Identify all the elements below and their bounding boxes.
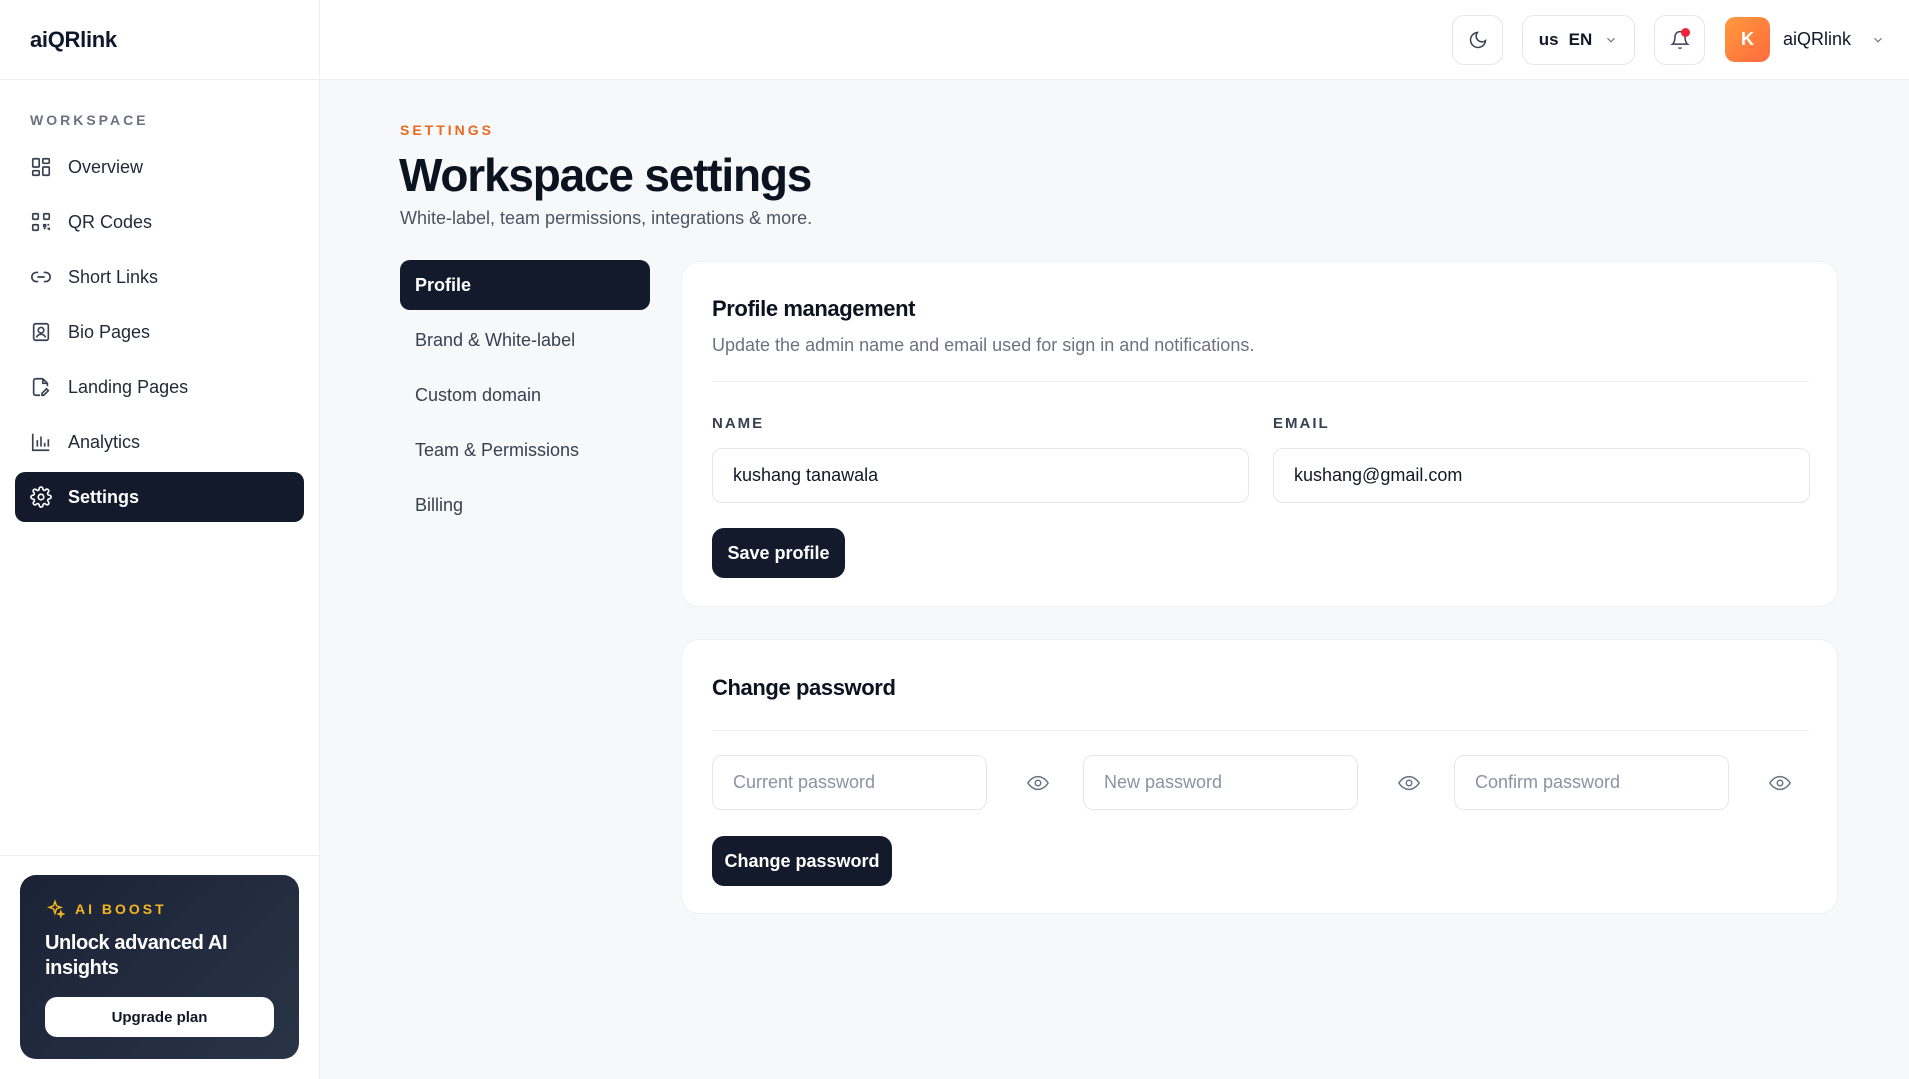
- page-eyebrow: SETTINGS: [400, 122, 495, 138]
- page-title: Workspace settings: [399, 149, 812, 201]
- language-flag: us: [1538, 30, 1559, 49]
- sidebar: aiQRlink WORKSPACE Overview QR Codes Sho…: [0, 0, 320, 1079]
- gear-icon: [30, 486, 52, 508]
- tab-profile[interactable]: Profile: [400, 260, 650, 310]
- link-icon: [30, 266, 52, 288]
- tab-billing[interactable]: Billing: [400, 480, 650, 530]
- avatar: K: [1725, 17, 1770, 62]
- language-selector[interactable]: us EN: [1522, 15, 1635, 65]
- sidebar-item-landing-pages[interactable]: Landing Pages: [15, 362, 304, 412]
- sidebar-item-short-links[interactable]: Short Links: [15, 252, 304, 302]
- sidebar-item-overview[interactable]: Overview: [15, 142, 304, 192]
- sidebar-item-analytics[interactable]: Analytics: [15, 417, 304, 467]
- theme-toggle-button[interactable]: [1452, 15, 1503, 65]
- notifications-button[interactable]: [1654, 15, 1705, 65]
- sparkle-icon: [46, 899, 65, 919]
- profile-card-title: Profile management: [712, 296, 916, 321]
- card-divider: [712, 730, 1809, 731]
- save-profile-button[interactable]: Save profile: [712, 528, 845, 578]
- sidebar-item-settings[interactable]: Settings: [15, 472, 304, 522]
- email-label: EMAIL: [1273, 415, 1330, 432]
- user-badge-icon: [30, 321, 52, 343]
- tab-custom-domain[interactable]: Custom domain: [400, 370, 650, 420]
- page-icon: [30, 376, 52, 398]
- sidebar-item-label: Short Links: [68, 266, 159, 287]
- profile-card: Profile management Update the admin name…: [681, 261, 1838, 607]
- chevron-down-icon: [1874, 37, 1882, 43]
- bar-chart-icon: [30, 431, 52, 453]
- sidebar-item-bio-pages[interactable]: Bio Pages: [15, 307, 304, 357]
- eye-icon[interactable]: [1769, 772, 1791, 794]
- page-subtitle: White-label, team permissions, integrati…: [400, 208, 813, 228]
- tab-team-permissions[interactable]: Team & Permissions: [400, 425, 650, 475]
- sidebar-item-label: Bio Pages: [68, 321, 151, 342]
- moon-icon: [1469, 31, 1486, 49]
- name-input[interactable]: [712, 448, 1249, 503]
- app-logo[interactable]: aiQRlink: [0, 0, 319, 80]
- workspace-section-label: WORKSPACE: [30, 112, 149, 128]
- boost-tag-label: AI BOOST: [75, 901, 167, 917]
- qr-code-icon: [30, 211, 52, 233]
- password-card-title: Change password: [712, 675, 896, 700]
- ai-boost-card: AI BOOST Unlock advanced AI insights Upg…: [20, 875, 299, 1059]
- name-label: NAME: [712, 415, 765, 432]
- chevron-down-icon: [1607, 37, 1616, 43]
- upgrade-plan-button[interactable]: Upgrade plan: [45, 997, 274, 1037]
- sidebar-item-label: Analytics: [68, 431, 141, 452]
- new-password-input[interactable]: [1083, 755, 1358, 810]
- sidebar-item-label: Landing Pages: [68, 376, 189, 397]
- language-code: EN: [1568, 30, 1593, 49]
- boost-tag: AI BOOST: [45, 899, 274, 919]
- change-password-card: Change password Change password: [681, 639, 1838, 914]
- grid-icon: [30, 156, 52, 178]
- email-input[interactable]: [1273, 448, 1810, 503]
- settings-subnav: Profile Brand & White-label Custom domai…: [400, 260, 650, 535]
- sidebar-nav: Overview QR Codes Short Links Bio Pages …: [0, 142, 319, 522]
- card-divider: [712, 381, 1809, 382]
- sidebar-item-label: Overview: [68, 156, 144, 177]
- sidebar-item-label: Settings: [68, 486, 140, 507]
- change-password-button[interactable]: Change password: [712, 836, 892, 886]
- tab-brand-white-label[interactable]: Brand & White-label: [400, 315, 650, 365]
- notification-dot: [1681, 28, 1690, 37]
- current-password-input[interactable]: [712, 755, 987, 810]
- boost-title: Unlock advanced AI insights: [45, 932, 228, 979]
- user-name: aiQRlink: [1783, 29, 1852, 49]
- confirm-password-input[interactable]: [1454, 755, 1729, 810]
- sidebar-divider: [0, 855, 319, 856]
- eye-icon[interactable]: [1398, 772, 1420, 794]
- user-menu[interactable]: K aiQRlink: [1725, 17, 1885, 62]
- topbar: us EN K aiQRlink: [320, 0, 1909, 80]
- sidebar-item-label: QR Codes: [68, 211, 153, 232]
- sidebar-item-qr-codes[interactable]: QR Codes: [15, 197, 304, 247]
- eye-icon[interactable]: [1027, 772, 1049, 794]
- profile-card-description: Update the admin name and email used for…: [712, 335, 1255, 355]
